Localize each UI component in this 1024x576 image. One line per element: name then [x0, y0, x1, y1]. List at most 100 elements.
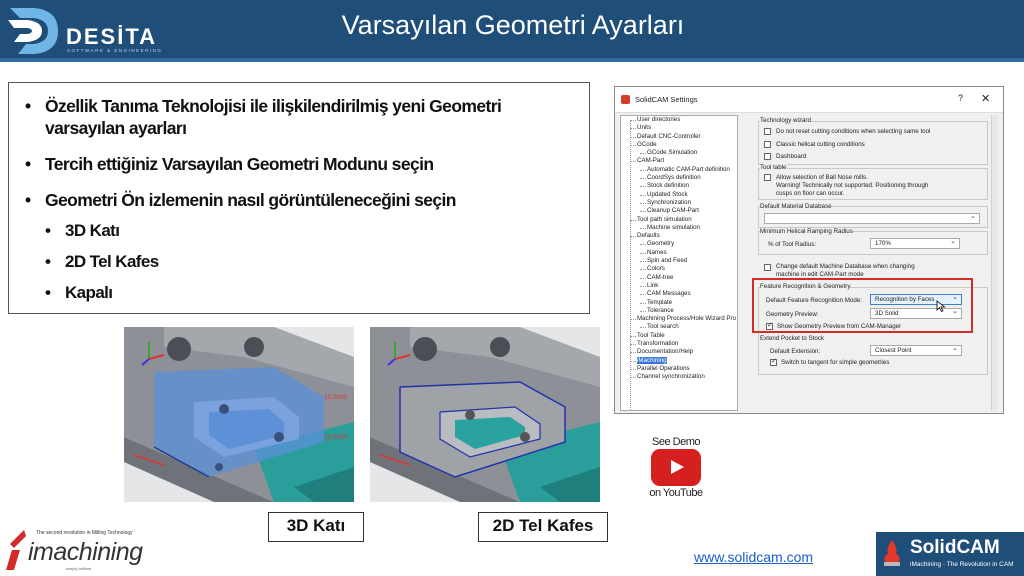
tree-item[interactable]: CAM Messages — [621, 290, 737, 298]
solidcam-website-link[interactable]: www.solidcam.com — [694, 549, 813, 565]
checkbox-change-machine-db[interactable] — [764, 264, 771, 271]
tree-item-label: CAM-tree — [647, 273, 674, 281]
tree-connector — [640, 327, 646, 329]
group-title: Tool table — [760, 164, 787, 171]
play-icon — [671, 460, 684, 474]
tree-item[interactable]: Machining Process/Hole Wizard Pro — [621, 315, 737, 323]
tree-item[interactable]: CAM-tree — [621, 274, 737, 282]
tree-item-label: Spin and Feed — [647, 257, 688, 265]
tree-connector — [640, 153, 646, 155]
tree-connector — [640, 261, 646, 263]
dimension-label: 10.0000 — [324, 434, 348, 441]
tree-item[interactable]: GCode — [621, 141, 737, 149]
checkbox-label: Change default Machine Database when cha… — [776, 263, 915, 270]
material-db-select[interactable] — [764, 212, 980, 224]
tree-item[interactable]: iMachining — [621, 356, 737, 365]
desita-logo: DESİTA SOFTWARE & ENGINEERING — [4, 4, 164, 58]
group-title: Default Material Database — [760, 203, 832, 210]
tree-item[interactable]: GCode Simulation — [621, 149, 737, 157]
page-title: Varsayılan Geometri Ayarları — [341, 10, 685, 40]
header-bar: DESİTA SOFTWARE & ENGINEERING Varsayılan… — [0, 0, 1024, 62]
tree-item[interactable]: Colors — [621, 265, 737, 273]
group-title: Minimum Helical Ramping Radius — [760, 228, 853, 235]
tree-item-label: Parallel Operations — [637, 364, 690, 372]
tree-item-label: Default CNC-Controller — [637, 132, 701, 140]
tree-item[interactable]: Units — [621, 124, 737, 132]
tree-item-label: Updated Stock — [647, 190, 688, 198]
tree-item[interactable]: Defaults — [621, 232, 737, 240]
tree-item-label: iMachining — [637, 356, 667, 364]
see-demo-text: See Demo — [652, 436, 700, 448]
tree-connector — [630, 319, 636, 321]
ramping-radius-input[interactable]: 170% — [870, 237, 960, 249]
dialog-titlebar: SolidCAM Settings ? ✕ — [615, 87, 1003, 113]
tree-item[interactable]: Tolerance — [621, 307, 737, 315]
desita-logo-text: DESİTA — [66, 24, 158, 49]
tree-item[interactable]: Geometry — [621, 240, 737, 248]
tree-item[interactable]: User directories — [621, 116, 737, 124]
tree-item[interactable]: CoordSys definition — [621, 174, 737, 182]
tree-item-label: Units — [637, 124, 652, 132]
tree-item[interactable]: Channel synchronization — [621, 373, 737, 381]
tree-item[interactable]: Synchronization — [621, 199, 737, 207]
tree-item[interactable]: Names — [621, 249, 737, 257]
panel-scrollbar[interactable] — [991, 115, 998, 411]
tree-item[interactable]: Link — [621, 282, 737, 290]
bullet-item: Geometri Ön izlemenin nasıl görüntülenec… — [23, 189, 575, 211]
checkbox-dashboard[interactable] — [764, 153, 771, 160]
tree-connector — [640, 178, 646, 180]
extension-select[interactable]: Closest Point — [870, 344, 962, 356]
tree-item-label: Cleanup CAM-Part — [647, 207, 699, 215]
tree-connector — [630, 335, 636, 337]
cad-part-2d-wireframe — [370, 327, 600, 502]
close-button[interactable]: ✕ — [981, 92, 990, 105]
tree-item[interactable]: Cleanup CAM-Part — [621, 207, 737, 215]
checkbox-ball-nose[interactable] — [764, 174, 771, 181]
settings-panel: Technology wizard Do not reset cutting c… — [740, 115, 998, 411]
tree-item-label: Synchronization — [647, 198, 692, 206]
checkbox-reset-cutting[interactable] — [764, 128, 771, 135]
checkbox-classic-helical[interactable] — [764, 141, 771, 148]
extension-label: Default Extension: — [770, 348, 821, 355]
imachining-wordmark: imachining — [28, 538, 143, 566]
checkbox-label: Dashboard — [776, 153, 807, 160]
checkbox-switch-tangent[interactable] — [770, 357, 777, 366]
tree-connector — [640, 277, 646, 279]
tree-item[interactable]: Tool search — [621, 323, 737, 331]
tree-connector — [640, 211, 646, 213]
tree-item[interactable]: Stock definition — [621, 182, 737, 190]
settings-tree[interactable]: User directories Units Default CNC-Control… — [620, 115, 738, 411]
tree-item[interactable]: Documentation/Help — [621, 348, 737, 356]
solidcam-icon — [621, 95, 630, 104]
tree-connector — [630, 377, 636, 379]
tree-item[interactable]: Template — [621, 299, 737, 307]
tree-item[interactable]: Default CNC-Controller — [621, 133, 737, 141]
youtube-play-button[interactable] — [651, 449, 701, 486]
tree-item[interactable]: Parallel Operations — [621, 365, 737, 373]
group-title: Extend Pocket to Stock — [760, 335, 824, 342]
tree-item[interactable]: Automatic CAM-Part definition — [621, 166, 737, 174]
solidcam-settings-dialog: SolidCAM Settings ? ✕ User directories Un… — [614, 86, 1004, 414]
imachining-tagline: The second revolution in Milling Technol… — [36, 530, 133, 536]
tree-item-label: Documentation/Help — [637, 348, 694, 356]
tree-item[interactable]: Transformation — [621, 340, 737, 348]
tree-connector — [640, 186, 646, 188]
tree-item-label: Stock definition — [647, 182, 689, 190]
sub-bullet-item: Kapalı — [23, 282, 575, 304]
tree-item[interactable]: Machine simulation — [621, 224, 737, 232]
tree-item-label: Template — [647, 298, 673, 306]
tree-item[interactable]: Tool Table — [621, 332, 737, 340]
tree-item[interactable]: Tool path simulation — [621, 216, 737, 224]
solidcam-flame-icon — [884, 540, 900, 566]
tree-item[interactable]: Spin and Feed — [621, 257, 737, 265]
tree-connector — [630, 360, 636, 362]
tree-item[interactable]: Updated Stock — [621, 191, 737, 199]
highlight-box — [752, 278, 973, 333]
tree-item-label: Automatic CAM-Part definition — [647, 165, 730, 173]
tree-connector — [630, 236, 636, 238]
tree-item-label: Machining Process/Hole Wizard Pro — [637, 315, 737, 323]
tree-item-label: Channel synchronization — [637, 373, 705, 381]
tree-item-label: Geometry — [647, 240, 675, 248]
help-button[interactable]: ? — [958, 93, 963, 103]
tree-item[interactable]: CAM-Part — [621, 157, 737, 165]
